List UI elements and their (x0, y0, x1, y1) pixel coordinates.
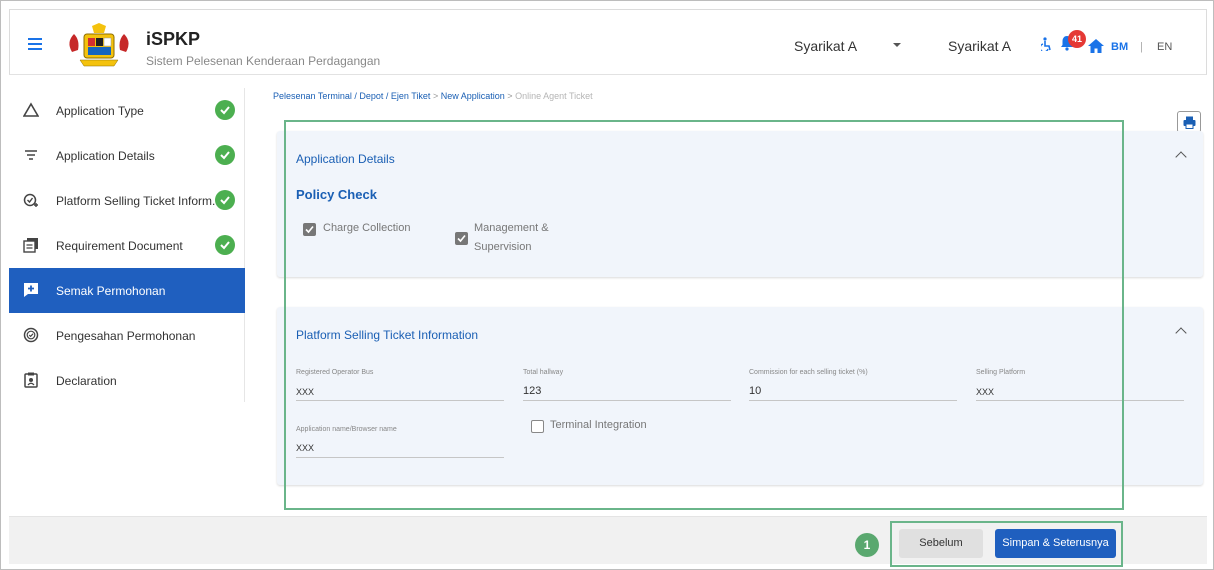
previous-button[interactable]: Sebelum (899, 529, 983, 558)
company-selector[interactable]: Syarikat A (794, 38, 857, 54)
step-badge: 1 (855, 533, 879, 557)
check-circle-icon (215, 190, 235, 210)
triangle-icon (23, 102, 39, 117)
lang-bm-link[interactable]: BM (1111, 41, 1128, 53)
sidebar-item-label: Pengesahan Permohonan (56, 329, 196, 343)
breadcrumb-current: Online Agent Ticket (515, 91, 593, 101)
print-button[interactable] (1177, 111, 1201, 133)
menu-icon[interactable] (28, 38, 42, 50)
sidebar-item-label: Application Type (56, 104, 144, 118)
breadcrumb-item[interactable]: Pelesenan Terminal / Depot / Ejen Tiket (273, 91, 430, 101)
check-add-icon (23, 193, 38, 207)
verify-icon (23, 327, 39, 343)
sidebar-item-semak-permohonan[interactable]: Semak Permohonan (9, 268, 245, 313)
sidebar-item-label: Declaration (56, 374, 117, 388)
sidebar-item-application-details[interactable]: Application Details (9, 133, 245, 178)
app-window: iSPKP Sistem Pelesenan Kenderaan Perdaga… (0, 0, 1214, 570)
clipboard-icon (24, 372, 38, 388)
lang-en-link[interactable]: EN (1157, 41, 1172, 53)
sidebar-item-requirement-document[interactable]: Requirement Document (9, 223, 245, 268)
sidebar-item-platform-selling-ticket[interactable]: Platform Selling Ticket Inform... (9, 178, 245, 223)
check-circle-icon (215, 145, 235, 165)
company-name: Syarikat A (948, 38, 1012, 54)
document-list-icon (23, 238, 38, 253)
review-icon (24, 283, 38, 297)
app-title: iSPKP (146, 29, 201, 49)
home-icon[interactable] (1088, 39, 1104, 53)
coat-of-arms-logo (69, 23, 129, 67)
lang-separator: | (1140, 41, 1143, 53)
sidebar-item-label: Application Details (56, 149, 155, 163)
sidebar-item-label: Requirement Document (56, 239, 183, 253)
chevron-up-icon[interactable] (1175, 151, 1187, 163)
sidebar-item-label: Semak Permohonan (56, 284, 166, 298)
chevron-down-icon[interactable] (893, 43, 901, 47)
sidebar-item-declaration[interactable]: Declaration (9, 358, 245, 403)
chevron-up-icon[interactable] (1175, 327, 1187, 339)
check-circle-icon (215, 235, 235, 255)
sidebar-item-application-type[interactable]: Application Type (9, 88, 245, 133)
highlight-box (284, 120, 1124, 510)
print-icon (1183, 116, 1196, 129)
breadcrumb: Pelesenan Terminal / Depot / Ejen Tiket … (273, 91, 593, 101)
sidebar-item-label: Platform Selling Ticket Inform... (56, 194, 223, 208)
accessibility-icon[interactable] (1041, 37, 1051, 51)
app-subtitle: Sistem Pelesenan Kenderaan Perdagangan (146, 54, 381, 68)
breadcrumb-item[interactable]: New Application (441, 91, 505, 101)
save-next-button[interactable]: Simpan & Seterusnya (995, 529, 1116, 558)
sidebar: Application Type Application Details Pla… (9, 88, 245, 402)
top-header: iSPKP Sistem Pelesenan Kenderaan Perdaga… (9, 9, 1207, 75)
filter-icon (25, 150, 37, 160)
sidebar-item-pengesahan-permohonan[interactable]: Pengesahan Permohonan (9, 313, 245, 358)
notification-badge: 41 (1068, 30, 1086, 48)
check-circle-icon (215, 100, 235, 120)
